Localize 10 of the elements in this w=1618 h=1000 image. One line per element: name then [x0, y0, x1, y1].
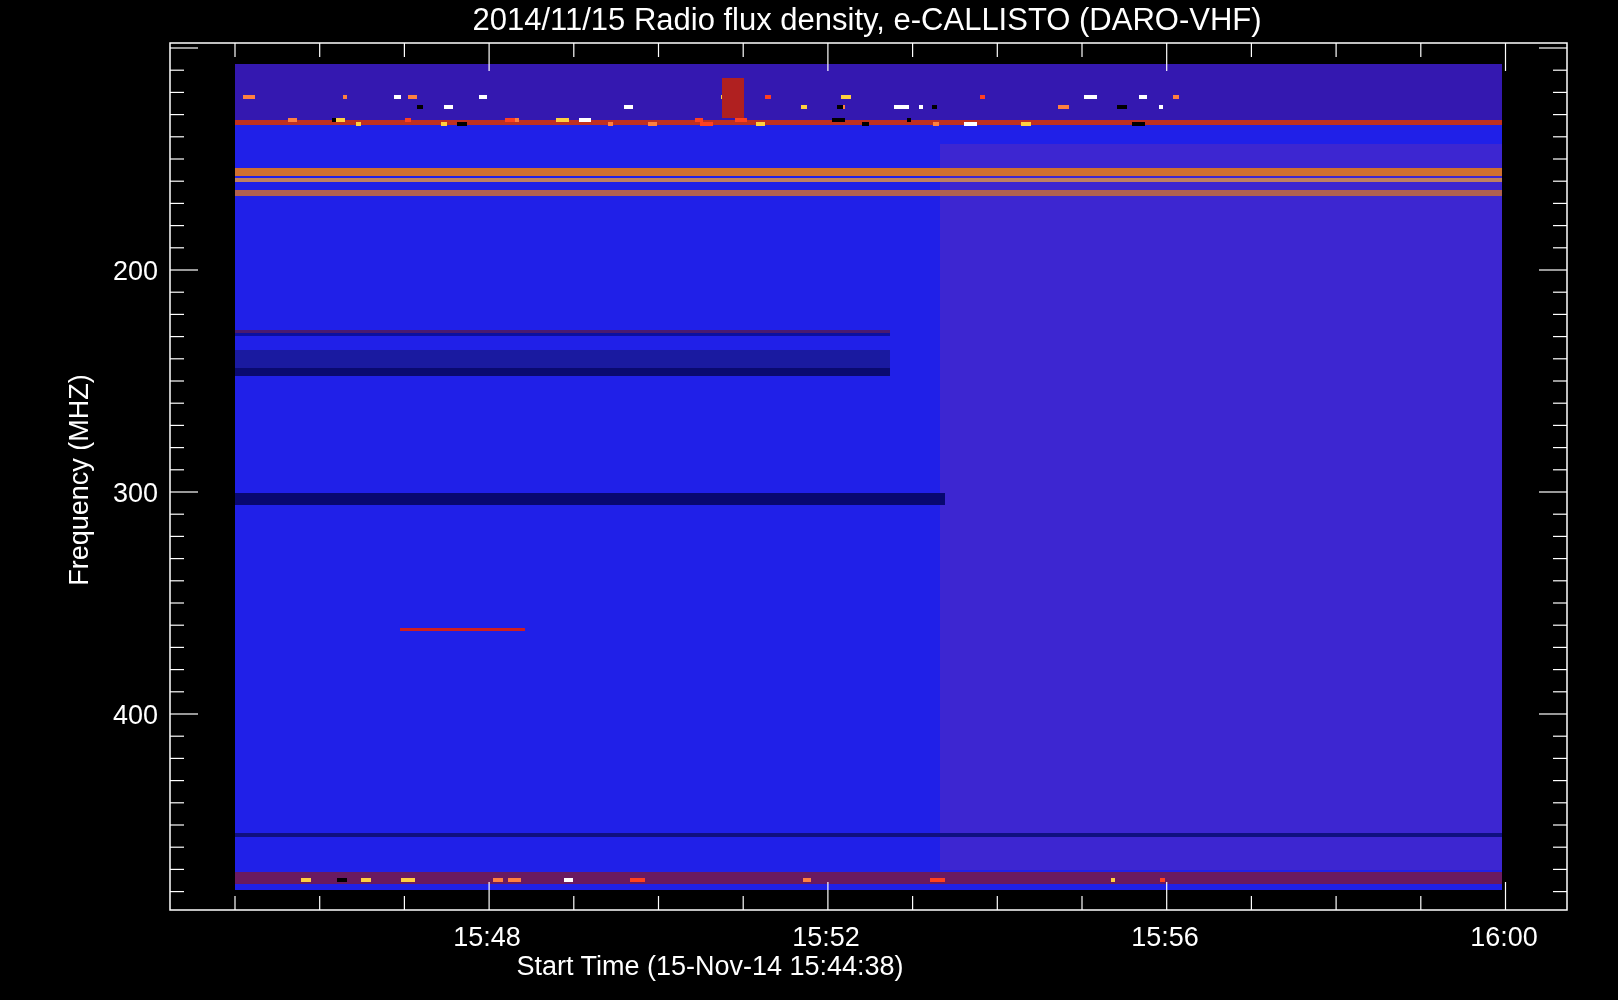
- tick-label: 15:48: [453, 922, 521, 952]
- tick-label: 300: [112, 478, 158, 508]
- tick-label: 400: [112, 700, 158, 730]
- axis-label: Frequency (MHZ): [64, 374, 94, 586]
- axis-label: Start Time (15-Nov-14 15:44:38): [516, 951, 904, 981]
- tick-label: 16:00: [1470, 922, 1538, 952]
- chart-title: 2014/11/15 Radio flux density, e-CALLISTO (DARO-VHF): [472, 2, 1262, 37]
- tick-label: 15:56: [1131, 922, 1199, 952]
- tick-label: 200: [112, 256, 158, 286]
- tick-label: 15:52: [792, 922, 860, 952]
